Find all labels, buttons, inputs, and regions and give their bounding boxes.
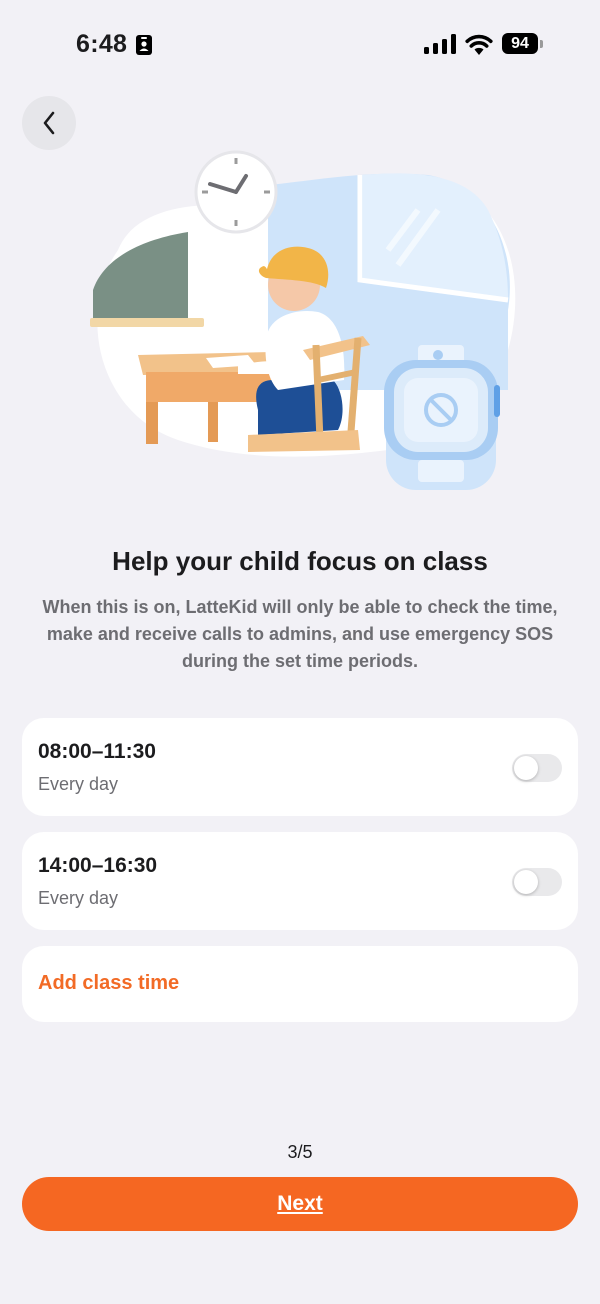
toggle-knob xyxy=(514,870,538,894)
schedule-time: 08:00–11:30 xyxy=(38,740,156,763)
schedule-time: 14:00–16:30 xyxy=(38,854,158,877)
status-bar: 6:48 94 xyxy=(0,0,600,90)
add-class-time-button[interactable]: Add class time xyxy=(22,946,578,1022)
back-button[interactable] xyxy=(22,96,76,150)
id-card-icon xyxy=(136,35,152,55)
schedule-repeat: Every day xyxy=(38,888,119,908)
page-description: When this is on, LatteKid will only be a… xyxy=(42,597,558,671)
toggle-knob xyxy=(514,756,538,780)
schedule-toggle[interactable] xyxy=(512,868,562,896)
signal-icon xyxy=(424,34,456,54)
schedule-card[interactable]: 08:00–11:30 Every day xyxy=(22,718,578,816)
schedule-repeat: Every day xyxy=(38,774,119,794)
page-indicator: 3/5 xyxy=(287,1142,313,1162)
page-title: Help your child focus on class xyxy=(112,546,488,576)
next-button[interactable]: Next xyxy=(22,1177,578,1231)
back-chevron-icon xyxy=(43,111,55,135)
add-class-time-label: Add class time xyxy=(38,972,180,994)
battery-level: 94 xyxy=(502,33,538,54)
wifi-icon xyxy=(465,34,493,55)
status-time: 6:48 xyxy=(76,30,128,58)
battery-icon: 94 xyxy=(502,33,544,55)
schedule-toggle[interactable] xyxy=(512,754,562,782)
classroom-illustration xyxy=(90,150,516,490)
schedule-card[interactable]: 14:00–16:30 Every day xyxy=(22,832,578,930)
